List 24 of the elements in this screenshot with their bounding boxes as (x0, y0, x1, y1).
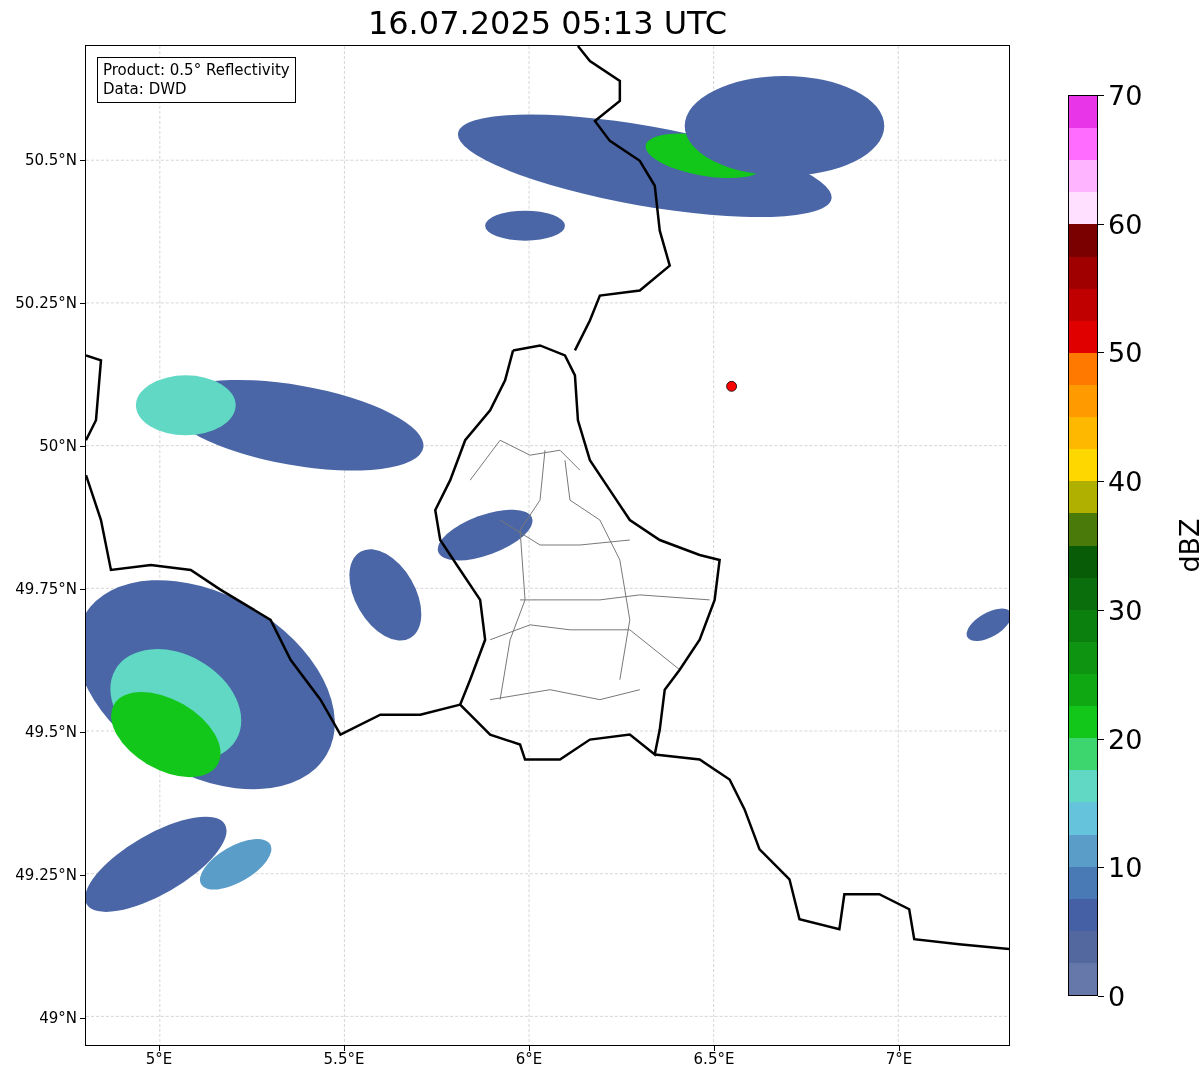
colorbar-label: 40 (1108, 465, 1143, 497)
longitude-label: 7°E (885, 1050, 913, 1068)
longitude-label: 5.5°E (323, 1050, 365, 1068)
latitude-label: 49.25°N (15, 866, 77, 884)
latitude-label: 49.5°N (24, 723, 77, 741)
latitude-label: 49.75°N (15, 580, 77, 598)
colorbar-label: 20 (1108, 723, 1143, 755)
longitude-label: 6°E (515, 1050, 543, 1068)
legend-text: Product: 0.5° Reflectivity (103, 61, 290, 80)
chart-title: 16.07.2025 05:13 UTC (366, 4, 729, 42)
longitude-label: 5°E (145, 1050, 173, 1068)
latitude-label: 49°N (39, 1009, 77, 1027)
latitude-label: 50.5°N (24, 151, 77, 169)
colorbar-label: 70 (1108, 79, 1143, 111)
colorbar-label: 10 (1108, 851, 1143, 883)
colorbar-label: 50 (1108, 336, 1143, 368)
colorbar-label: 0 (1108, 980, 1126, 1012)
latitude-label: 50.25°N (15, 294, 77, 312)
colorbar-title: dBZ (1173, 518, 1202, 573)
latitude-label: 50°N (39, 437, 77, 455)
colorbar-label: 60 (1108, 208, 1143, 240)
longitude-label: 6.5°E (693, 1050, 735, 1068)
colorbar-label: 30 (1108, 594, 1143, 626)
legend-text: Data: DWD (103, 80, 188, 99)
